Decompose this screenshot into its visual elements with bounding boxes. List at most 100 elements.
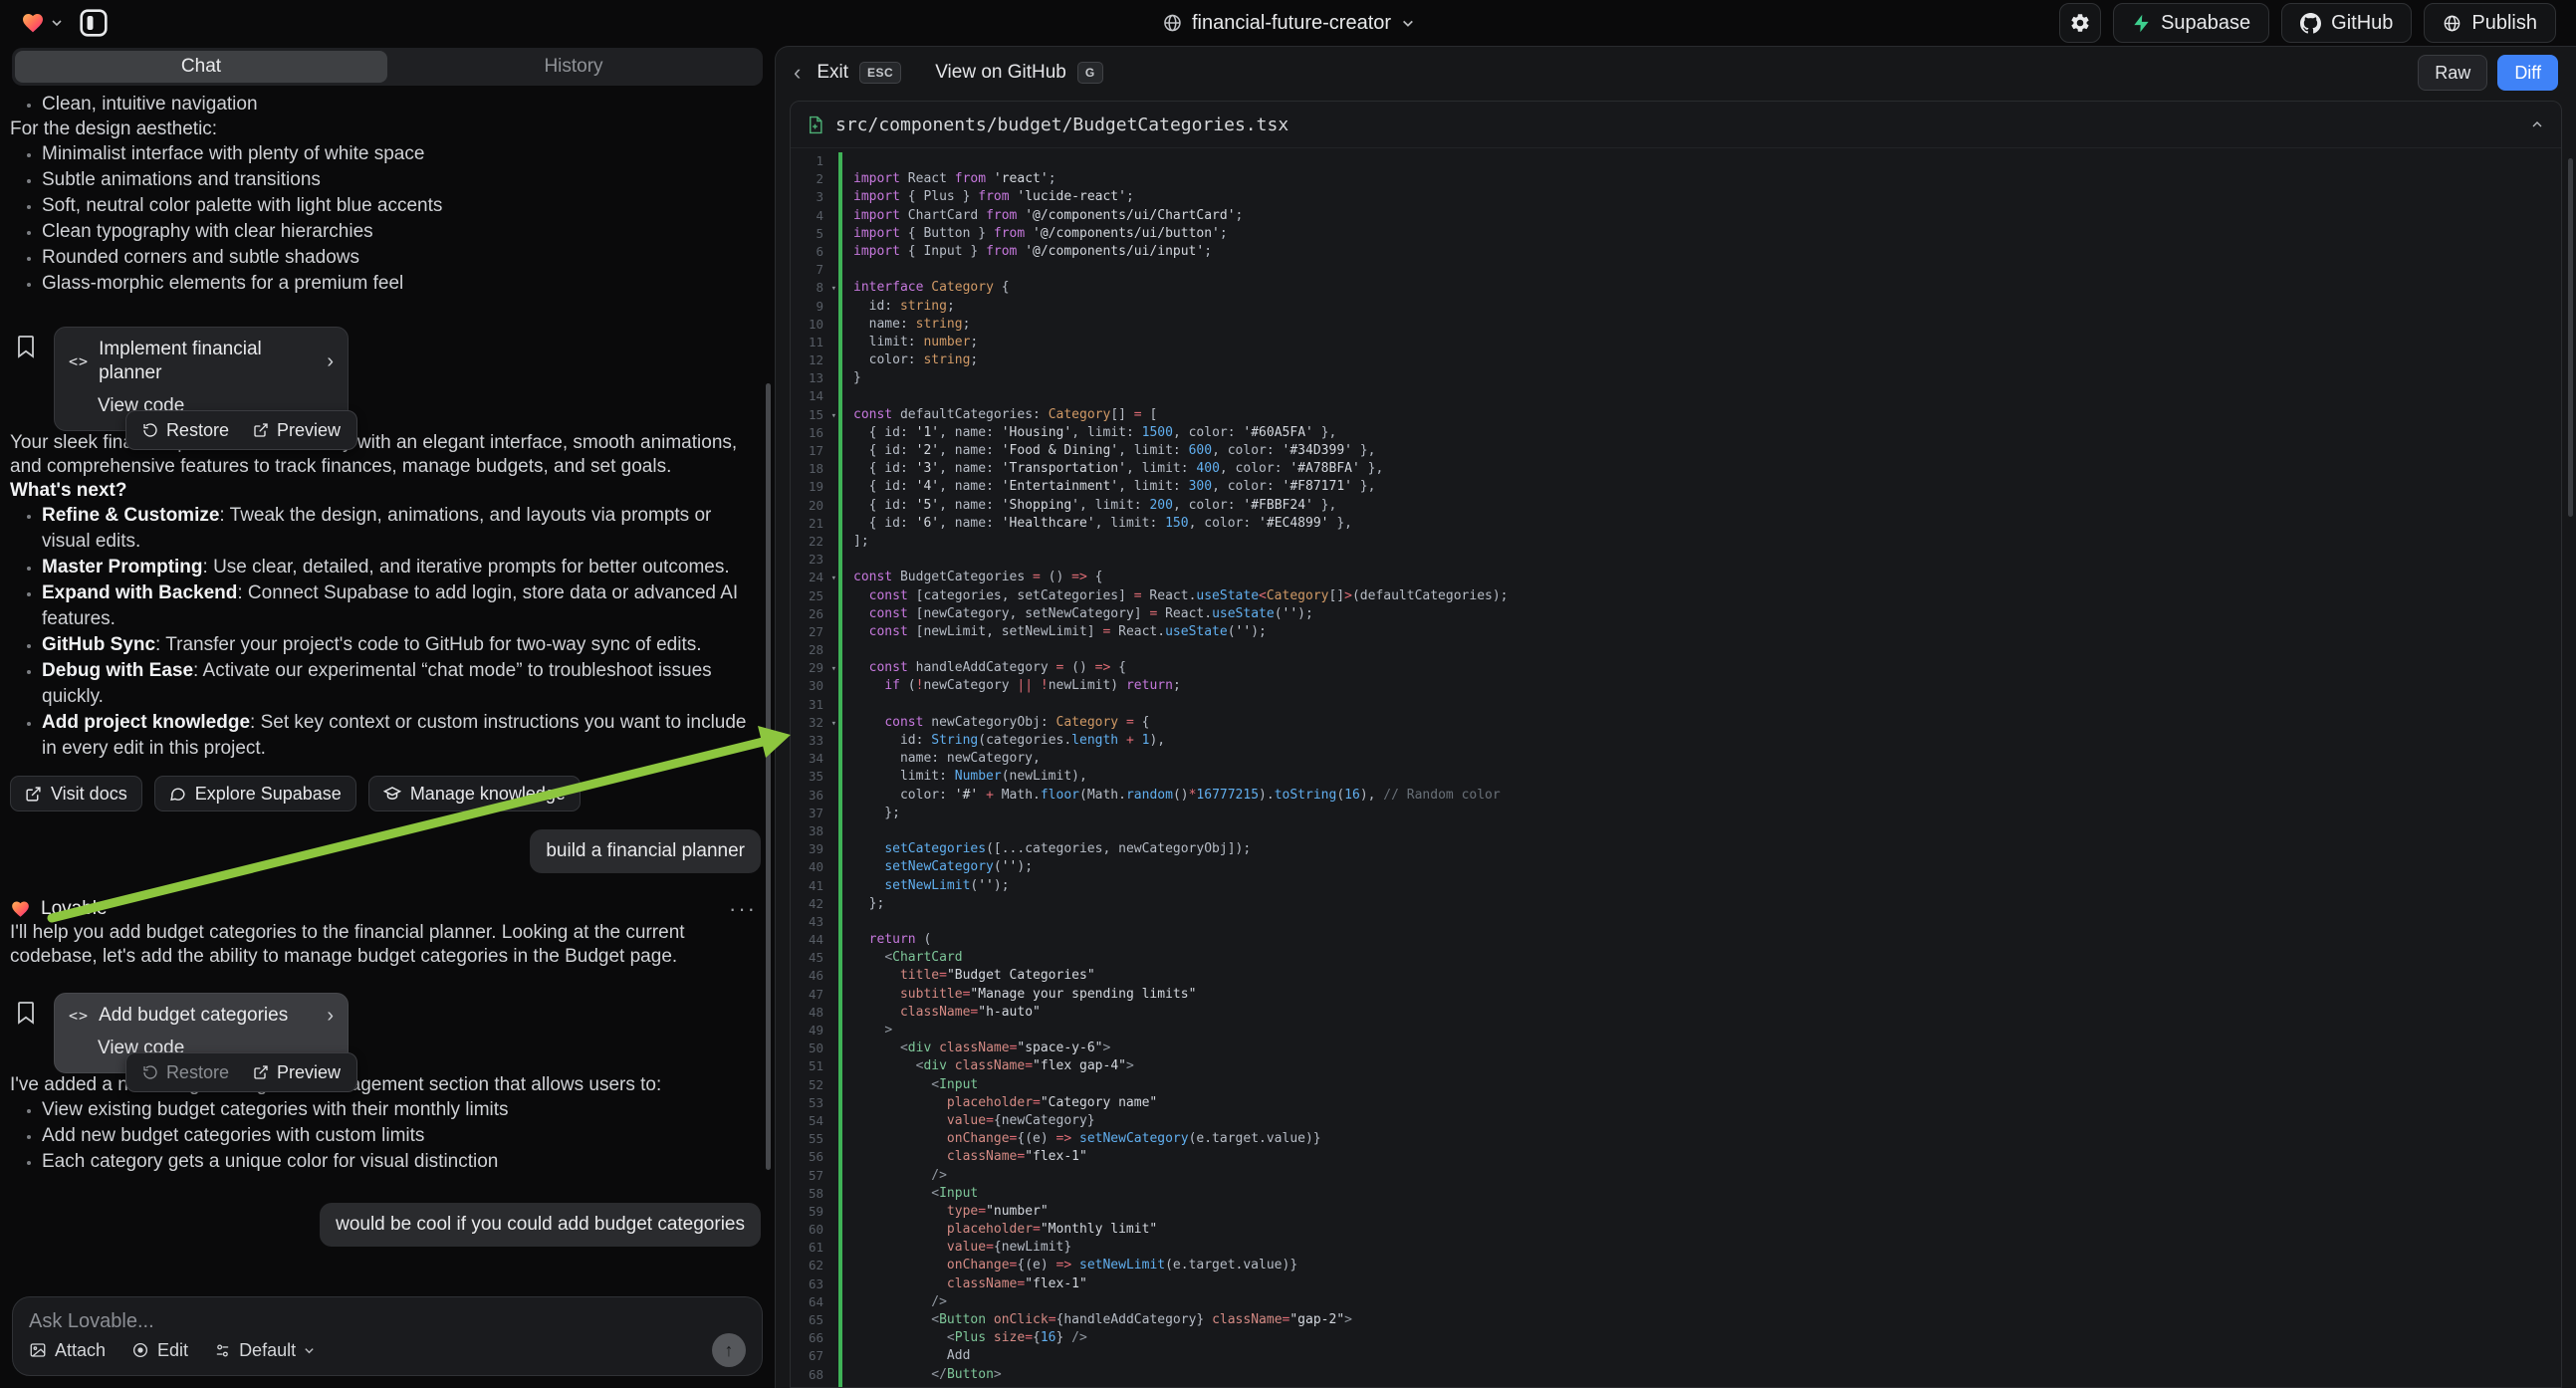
tab-chat[interactable]: Chat <box>15 51 387 83</box>
file-header[interactable]: src/components/budget/BudgetCategories.t… <box>791 102 2561 148</box>
line-number: 29▾ <box>791 659 838 677</box>
line-number: 44 <box>791 931 838 949</box>
bookmark-icon[interactable] <box>16 335 36 358</box>
fold-chevron-icon[interactable]: ▾ <box>831 280 836 298</box>
code-line: const [newCategory, setNewCategory] = Re… <box>853 605 2561 623</box>
code-line: color: string; <box>853 351 2561 369</box>
more-options-icon[interactable]: ··· <box>729 897 757 921</box>
project-switcher[interactable]: financial-future-creator <box>1162 0 1414 46</box>
code-line <box>853 152 2561 170</box>
line-number: 13 <box>791 369 838 387</box>
version-card-add-budget-categories[interactable]: <> Add budget categories › View code Res… <box>54 993 349 1073</box>
code-scrollbar[interactable] <box>2568 158 2573 517</box>
line-number: 59 <box>791 1203 838 1221</box>
quick-actions-row: Visit docs Explore Supabase Manage knowl… <box>10 776 761 811</box>
line-number: 46 <box>791 967 838 985</box>
chat-message-list[interactable]: Clean, intuitive navigation For the desi… <box>0 90 775 1288</box>
line-number: 42 <box>791 895 838 913</box>
list-item: GitHub Sync: Transfer your project's cod… <box>42 632 761 658</box>
line-number: 55 <box>791 1130 838 1148</box>
line-number: 39 <box>791 840 838 858</box>
line-number: 64 <box>791 1293 838 1311</box>
fold-chevron-icon[interactable]: ▾ <box>831 715 836 733</box>
list-item: Expand with Backend: Connect Supabase to… <box>42 580 761 632</box>
code-line: limit: Number(newLimit), <box>853 768 2561 786</box>
code-line <box>853 913 2561 931</box>
chevron-up-icon[interactable] <box>2529 116 2545 132</box>
chevron-down-icon <box>51 17 63 29</box>
version-card-title: Implement financial planner <box>99 338 317 385</box>
visit-docs-button[interactable]: Visit docs <box>10 776 142 811</box>
supabase-button[interactable]: Supabase <box>2113 3 2269 43</box>
diff-toggle-button[interactable]: Diff <box>2497 55 2558 91</box>
preview-button[interactable]: Preview <box>241 1053 352 1091</box>
raw-toggle-button[interactable]: Raw <box>2418 55 2487 91</box>
line-number: 22 <box>791 533 838 551</box>
code-line: <Input <box>853 1076 2561 1094</box>
line-number: 36 <box>791 787 838 805</box>
publish-globe-icon <box>2443 14 2461 33</box>
globe-icon <box>1162 13 1182 33</box>
line-number: 14 <box>791 387 838 405</box>
settings-button[interactable] <box>2059 3 2101 43</box>
code-line: { id: '1', name: 'Housing', limit: 1500,… <box>853 424 2561 442</box>
line-number: 41 <box>791 877 838 895</box>
github-button[interactable]: GitHub <box>2281 3 2412 43</box>
code-icon: <> <box>69 1004 89 1028</box>
line-number: 30 <box>791 677 838 695</box>
view-on-github-button[interactable]: View on GitHub G <box>935 62 1103 84</box>
edit-button[interactable]: Edit <box>131 1340 188 1361</box>
send-button[interactable]: ↑ <box>712 1333 746 1367</box>
list-item: Glass-morphic elements for a premium fee… <box>42 271 761 297</box>
code-line <box>853 822 2561 840</box>
attach-button[interactable]: Attach <box>29 1340 106 1361</box>
chat-scrollbar[interactable] <box>766 383 771 1170</box>
line-number: 8▾ <box>791 279 838 297</box>
restore-button[interactable]: Restore <box>130 1053 241 1091</box>
code-line: if (!newCategory || !newLimit) return; <box>853 677 2561 695</box>
code-line: /> <box>853 1293 2561 1311</box>
external-link-icon <box>25 786 42 803</box>
publish-button[interactable]: Publish <box>2424 3 2556 43</box>
sidebar-toggle-icon[interactable] <box>79 8 109 38</box>
restore-button[interactable]: Restore <box>130 411 241 449</box>
chat-input[interactable]: Ask Lovable... <box>29 1310 746 1333</box>
bookmark-icon[interactable] <box>16 1001 36 1025</box>
chat-composer[interactable]: Ask Lovable... Attach Edit <box>12 1296 763 1376</box>
file-path: src/components/budget/BudgetCategories.t… <box>835 115 1288 135</box>
line-number: 2 <box>791 170 838 188</box>
external-link-icon <box>253 1064 269 1080</box>
explore-supabase-button[interactable]: Explore Supabase <box>154 776 356 811</box>
line-number: 34 <box>791 750 838 768</box>
version-card-implement-financial-planner[interactable]: <> Implement financial planner › View co… <box>54 327 349 431</box>
line-number: 52 <box>791 1076 838 1094</box>
fold-chevron-icon[interactable]: ▾ <box>831 407 836 425</box>
manage-knowledge-button[interactable]: Manage knowledge <box>368 776 581 811</box>
list-item: View existing budget categories with the… <box>42 1097 761 1123</box>
code-line: <div className="flex gap-4"> <box>853 1057 2561 1075</box>
line-number: 27 <box>791 623 838 641</box>
code-line <box>853 696 2561 714</box>
code-line: id: String(categories.length + 1), <box>853 732 2561 750</box>
list-item: Rounded corners and subtle shadows <box>42 245 761 271</box>
tab-history[interactable]: History <box>387 51 760 83</box>
version-actions: Restore Preview <box>125 1052 357 1092</box>
chevron-left-icon[interactable]: ‹ <box>794 60 801 86</box>
preview-button[interactable]: Preview <box>241 411 352 449</box>
code-editor[interactable]: 12345678▾9101112131415▾16171819202122232… <box>791 148 2561 1387</box>
mode-selector[interactable]: Default <box>214 1340 315 1361</box>
bullet-list: Clean, intuitive navigation <box>10 92 761 117</box>
list-item: Clean, intuitive navigation <box>42 92 761 117</box>
code-line: subtitle="Manage your spending limits" <box>853 986 2561 1004</box>
line-number: 19 <box>791 478 838 496</box>
code-line: { id: '4', name: 'Entertainment', limit:… <box>853 478 2561 496</box>
fold-chevron-icon[interactable]: ▾ <box>831 660 836 678</box>
graduation-cap-icon <box>383 785 401 803</box>
line-number: 38 <box>791 822 838 840</box>
fold-chevron-icon[interactable]: ▾ <box>831 570 836 587</box>
lovable-logo-menu[interactable] <box>20 11 63 35</box>
chevron-down-icon <box>1401 17 1414 30</box>
exit-button[interactable]: Exit ESC <box>817 62 901 84</box>
lovable-heart-icon <box>20 11 46 35</box>
line-number: 37 <box>791 805 838 822</box>
